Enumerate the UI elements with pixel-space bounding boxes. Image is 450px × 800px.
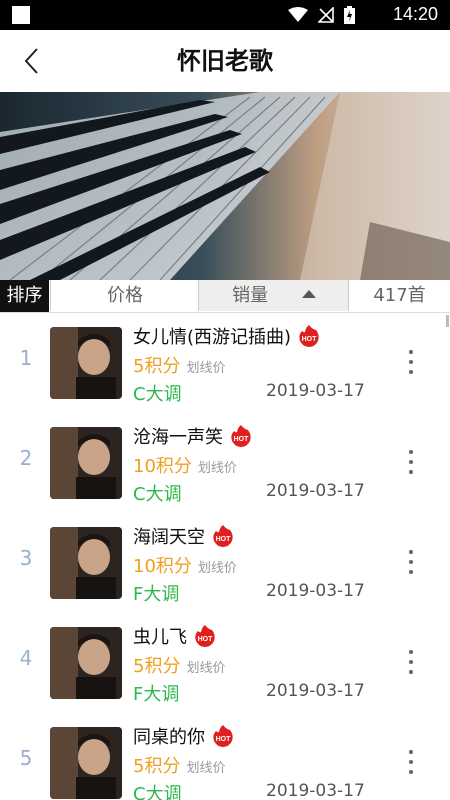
more-options-button[interactable] — [398, 347, 424, 377]
svg-text:HOT: HOT — [302, 336, 318, 343]
song-list-item[interactable]: 4 虫儿飞 HOT 5积分 划线价 F大调 2019-03-17 — [0, 613, 450, 713]
piano-illustration — [0, 92, 450, 280]
album-cover — [50, 527, 122, 599]
song-price: 10积分 — [133, 556, 192, 577]
strike-price-label: 划线价 — [197, 461, 237, 476]
sort-by-sales-label: 销量 — [232, 285, 269, 306]
song-title: 海阔天空 — [133, 527, 205, 548]
svg-text:HOT: HOT — [216, 536, 232, 543]
song-title: 同桌的你 — [133, 727, 205, 748]
song-price: 5积分 — [133, 756, 181, 777]
song-key: F大调 — [133, 684, 180, 705]
svg-text:HOT: HOT — [198, 636, 214, 643]
song-title: 女儿情(西游记插曲) — [133, 327, 292, 348]
song-key: C大调 — [133, 384, 182, 405]
hot-badge-icon: HOT — [213, 725, 233, 747]
more-options-button[interactable] — [398, 647, 424, 677]
svg-text:HOT: HOT — [234, 436, 250, 443]
hot-badge-icon: HOT — [231, 425, 251, 447]
banner-image — [0, 92, 450, 280]
page-title: 怀旧老歌 — [177, 47, 273, 75]
song-list-item[interactable]: 3 海阔天空 HOT 10积分 划线价 F大调 2019-03-17 — [0, 513, 450, 613]
song-key: C大调 — [133, 784, 182, 800]
song-list[interactable]: 1 女儿情(西游记插曲) HOT 5积分 划线价 C大调 2019-03-17 … — [0, 313, 450, 800]
no-signal-icon — [318, 7, 334, 23]
status-icons — [288, 5, 355, 25]
sort-label: 排序 — [0, 280, 49, 312]
song-index: 1 — [19, 346, 33, 370]
song-count-label: 417首 — [373, 285, 426, 306]
album-cover — [50, 427, 122, 499]
strike-price-label: 划线价 — [186, 661, 226, 676]
song-date: 2019-03-17 — [266, 781, 365, 800]
more-options-button[interactable] — [398, 547, 424, 577]
song-key: F大调 — [133, 584, 180, 605]
album-cover — [50, 327, 122, 399]
sort-by-sales-button[interactable]: 销量 — [198, 280, 349, 311]
song-list-item[interactable]: 1 女儿情(西游记插曲) HOT 5积分 划线价 C大调 2019-03-17 — [0, 313, 450, 413]
sort-by-price-button[interactable]: 价格 — [50, 280, 199, 311]
sort-bar: 排序 价格 销量 417首 — [0, 280, 450, 313]
hot-badge-icon: HOT — [213, 525, 233, 547]
status-bar: 14:20 — [0, 0, 450, 30]
song-index: 5 — [19, 746, 33, 770]
song-count: 417首 — [348, 280, 450, 311]
title-bar: 怀旧老歌 — [0, 30, 450, 92]
svg-text:HOT: HOT — [216, 736, 232, 743]
song-title: 虫儿飞 — [133, 627, 187, 648]
strike-price-label: 划线价 — [186, 361, 226, 376]
song-price: 5积分 — [133, 356, 181, 377]
song-date: 2019-03-17 — [266, 681, 365, 701]
song-index: 2 — [19, 446, 33, 470]
song-title: 沧海一声笑 — [133, 427, 223, 448]
status-time: 14:20 — [392, 4, 438, 24]
song-date: 2019-03-17 — [266, 581, 365, 601]
notification-icon — [12, 6, 30, 24]
song-price: 5积分 — [133, 656, 181, 677]
song-price: 10积分 — [133, 456, 192, 477]
song-index: 4 — [19, 646, 33, 670]
album-cover — [50, 727, 122, 799]
song-date: 2019-03-17 — [266, 481, 365, 501]
more-options-button[interactable] — [398, 747, 424, 777]
strike-price-label: 划线价 — [197, 561, 237, 576]
song-index: 3 — [19, 546, 33, 570]
sort-by-price-label: 价格 — [107, 285, 143, 306]
hot-badge-icon: HOT — [299, 325, 319, 347]
more-options-button[interactable] — [398, 447, 424, 477]
song-list-item[interactable]: 2 沧海一声笑 HOT 10积分 划线价 C大调 2019-03-17 — [0, 413, 450, 513]
wifi-icon — [288, 7, 308, 22]
song-key: C大调 — [133, 484, 182, 505]
sort-ascending-icon — [301, 290, 316, 298]
song-date: 2019-03-17 — [266, 381, 365, 401]
song-list-item[interactable]: 5 同桌的你 HOT 5积分 划线价 C大调 2019-03-17 — [0, 713, 450, 800]
battery-charging-icon — [344, 6, 355, 24]
album-cover — [50, 627, 122, 699]
strike-price-label: 划线价 — [186, 761, 226, 776]
hot-badge-icon: HOT — [195, 625, 215, 647]
